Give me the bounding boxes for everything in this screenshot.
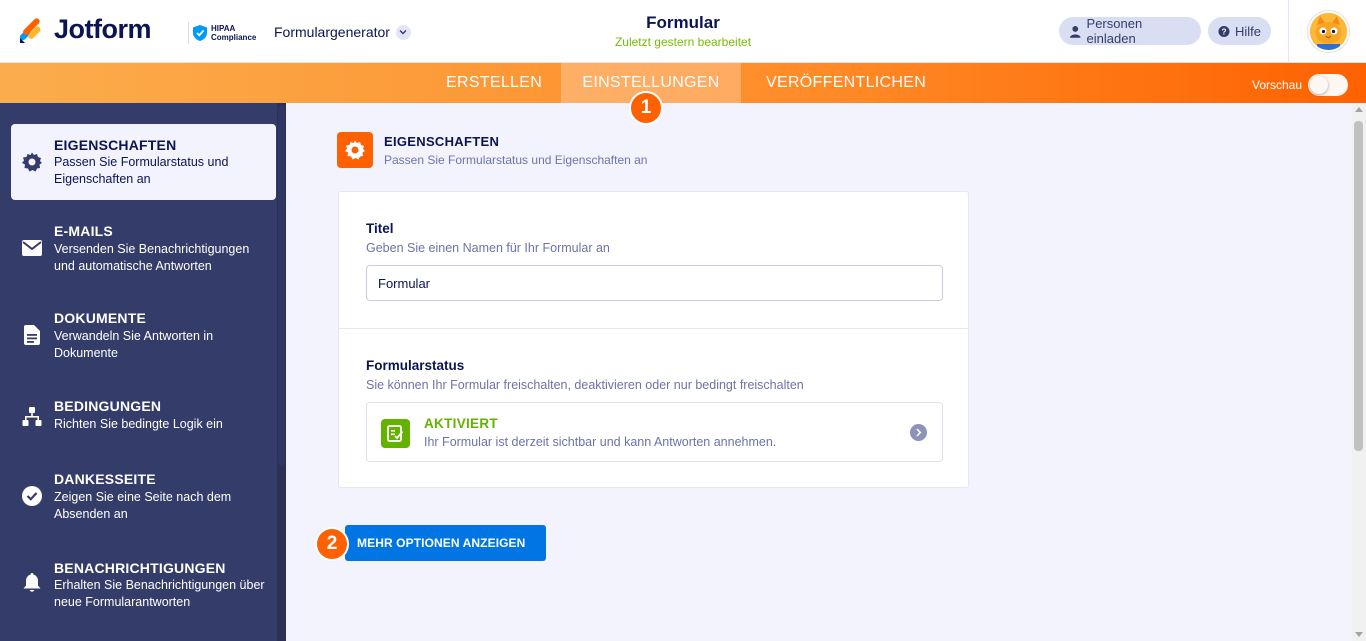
- sidebar-item-desc: Verwandeln Sie Antworten in Dokumente: [54, 329, 214, 360]
- show-more-options-button[interactable]: MEHR OPTIONEN ANZEIGEN: [345, 525, 546, 561]
- jotform-logo-icon: [19, 17, 41, 43]
- settings-sidebar: EIGENSCHAFTEN Passen Sie Formularstatus …: [0, 103, 286, 641]
- sidebar-item-e-mails[interactable]: E-MAILS Versenden Sie Benachrichtigungen…: [11, 211, 276, 287]
- preview-label: Vorschau: [1252, 78, 1303, 92]
- sidebar-item-desc: Richten Sie bedingte Logik ein: [54, 417, 223, 431]
- card-divider: [339, 328, 968, 329]
- envelope-icon: [21, 237, 43, 259]
- properties-card: Titel Geben Sie einen Namen für Ihr Form…: [338, 191, 969, 488]
- form-title-input[interactable]: [366, 265, 943, 301]
- hierarchy-icon: [21, 406, 43, 428]
- sidebar-item-dankesseite[interactable]: DANKESSEITE Zeigen Sie eine Seite nach d…: [11, 459, 276, 535]
- form-status-selector[interactable]: AKTIVIERT Ihr Formular ist derzeit sicht…: [366, 402, 943, 462]
- tab-erstellen[interactable]: ERSTELLEN: [446, 63, 542, 103]
- sidebar-item-title: DANKESSEITE: [54, 471, 156, 487]
- sidebar-scrollbar[interactable]: [277, 103, 286, 641]
- status-description: Ihr Formular ist derzeit sichtbar und ka…: [424, 435, 777, 449]
- help-button[interactable]: ? Hilfe: [1208, 17, 1271, 45]
- preview-toggle[interactable]: [1308, 74, 1349, 96]
- invite-people-button[interactable]: Personen einladen: [1059, 16, 1201, 46]
- invite-label: Personen einladen: [1086, 16, 1143, 46]
- form-title-block: Formular Zuletzt gestern bearbeitet: [583, 13, 783, 49]
- last-edited-status: Zuletzt gestern bearbeitet: [614, 35, 752, 49]
- section-title: EIGENSCHAFTEN: [384, 134, 500, 149]
- sidebar-item-title: E-MAILS: [54, 223, 113, 239]
- sidebar-item-title: BEDINGUNGEN: [54, 398, 162, 414]
- preview-switch[interactable]: Vorschau: [1252, 74, 1349, 96]
- sidebar-item-desc: Erhalten Sie Benachrichtigungen über neu…: [54, 578, 265, 609]
- check-circle-icon: [21, 485, 43, 507]
- document-icon: [21, 324, 43, 346]
- title-hint: Geben Sie einen Namen für Ihr Formular a…: [366, 241, 610, 255]
- hipaa-badge: HIPAA Compliance: [188, 22, 256, 44]
- title-label: Titel: [366, 221, 394, 236]
- sidebar-item-benachrichtigungen[interactable]: BENACHRICHTIGUNGEN Erhalten Sie Benachri…: [11, 547, 276, 623]
- avatar[interactable]: [1308, 11, 1349, 52]
- chevron-right-icon[interactable]: [910, 424, 927, 441]
- step-1-badge: 1: [629, 91, 663, 125]
- section-subtitle: Passen Sie Formularstatus und Eigenschaf…: [384, 153, 648, 167]
- shield-icon: [193, 25, 207, 41]
- scroll-down-arrow[interactable]: [1355, 632, 1363, 637]
- sidebar-item-title: BENACHRICHTIGUNGEN: [54, 560, 226, 576]
- scroll-up-arrow[interactable]: [1355, 107, 1363, 112]
- account-menu[interactable]: [1288, 0, 1366, 63]
- builder-nav: ERSTELLEN EINSTELLUNGEN VERÖFFENTLICHEN …: [0, 63, 1366, 103]
- sidebar-item-title: EIGENSCHAFTEN: [54, 137, 177, 153]
- sidebar-item-dokumente[interactable]: DOKUMENTE Verwandeln Sie Antworten in Do…: [11, 299, 276, 375]
- bell-icon: [21, 572, 43, 594]
- help-label: Hilfe: [1234, 23, 1261, 39]
- product-switcher[interactable]: Formulargenerator: [274, 24, 411, 40]
- hipaa-label: HIPAA: [211, 24, 236, 33]
- question-circle-icon: ?: [1218, 25, 1230, 37]
- gear-icon: [21, 151, 43, 173]
- top-bar: Jotform HIPAA Compliance Formulargenerat…: [0, 0, 1366, 63]
- form-status-hint: Sie können Ihr Formular freischalten, de…: [366, 378, 804, 392]
- sidebar-item-desc: Zeigen Sie eine Seite nach dem Absenden …: [54, 490, 232, 521]
- sidebar-item-title: DOKUMENTE: [54, 310, 147, 326]
- sidebar-item-eigenschaften[interactable]: EIGENSCHAFTEN Passen Sie Formularstatus …: [11, 124, 276, 200]
- form-title: Formular: [646, 13, 720, 32]
- scroll-thumb[interactable]: [1354, 121, 1363, 451]
- tab-veroeffentlichen[interactable]: VERÖFFENTLICHEN: [766, 63, 926, 103]
- form-active-icon: [381, 419, 410, 448]
- step-2-badge: 2: [315, 527, 349, 561]
- sidebar-item-desc: Passen Sie Formularstatus und Eigenschaf…: [54, 155, 229, 186]
- svg-text:?: ?: [1221, 26, 1226, 36]
- user-icon: [1069, 25, 1081, 38]
- jotform-logo[interactable]: Jotform: [18, 14, 152, 45]
- chevron-down-icon: [395, 24, 411, 40]
- sidebar-item-bedingungen[interactable]: BEDINGUNGEN Richten Sie bedingte Logik e…: [11, 387, 276, 447]
- sidebar-item-desc: Versenden Sie Benachrichtigungen und aut…: [54, 242, 250, 273]
- avatar-cat-image: [1310, 13, 1347, 50]
- section-gear-icon: [337, 132, 373, 168]
- status-value: AKTIVIERT: [424, 416, 498, 431]
- compliance-label: Compliance: [211, 33, 257, 42]
- form-status-label: Formularstatus: [366, 358, 465, 373]
- product-switcher-label: Formulargenerator: [274, 24, 390, 40]
- page-scrollbar[interactable]: [1352, 103, 1366, 641]
- brand-name: Jotform: [54, 14, 152, 44]
